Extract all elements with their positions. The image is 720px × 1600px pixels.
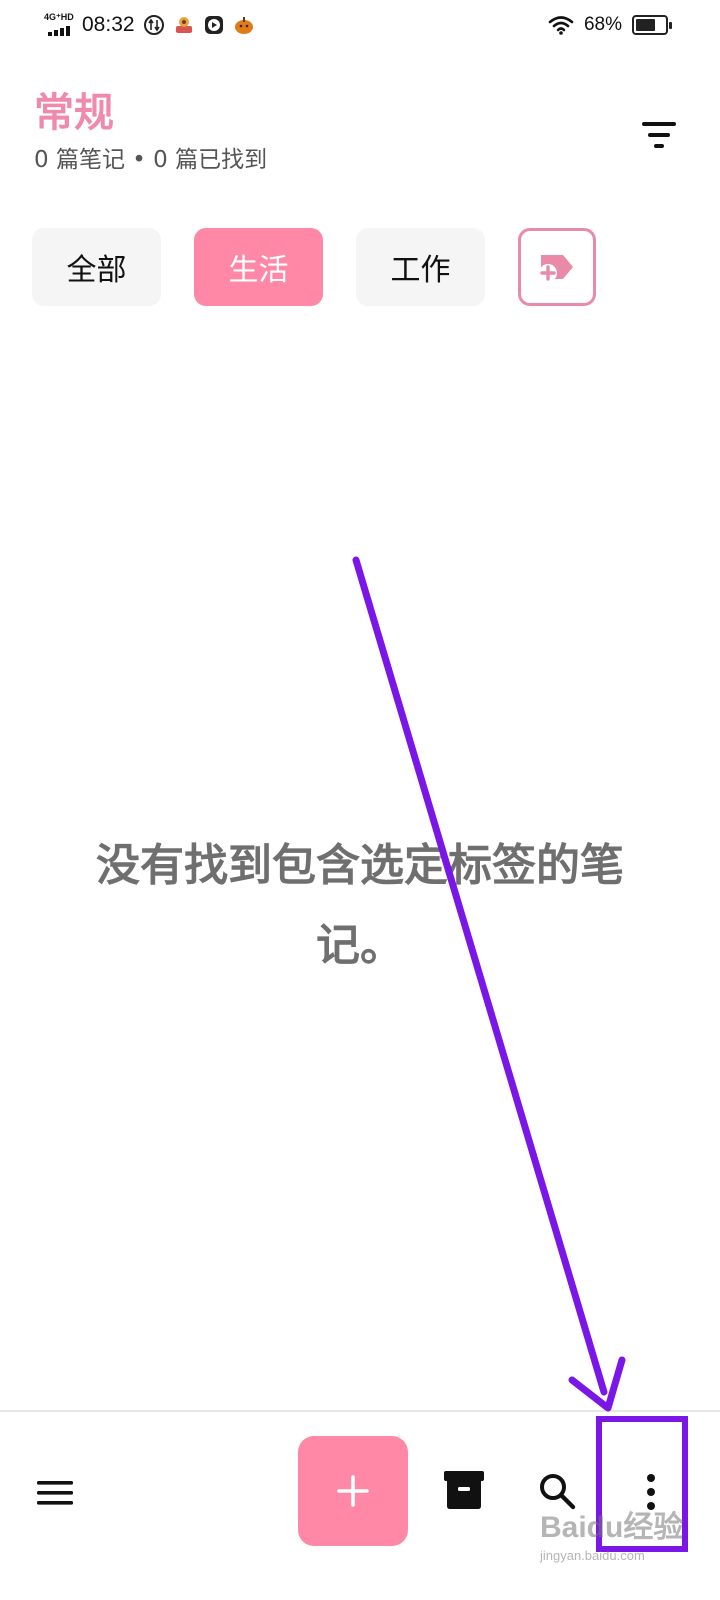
battery-percent: 68% (583, 14, 622, 35)
add-tag-button[interactable] (518, 228, 596, 306)
add-note-button[interactable] (298, 1436, 408, 1546)
battery-icon (632, 15, 672, 35)
clock: 08:32 (82, 13, 135, 36)
battery-fill (636, 19, 655, 31)
wifi-icon (548, 16, 574, 35)
search-button[interactable] (532, 1466, 582, 1516)
signal-icon: 4G⁺HD (44, 12, 74, 38)
network-type: 4G⁺HD (44, 12, 74, 22)
empty-state-line-2: 记。 (316, 920, 404, 971)
status-bar-right: 68% (548, 14, 672, 36)
tag-bar: 全部 生活 工作 (32, 228, 596, 306)
pumpkin-app-icon (234, 17, 253, 34)
archive-button[interactable] (438, 1464, 490, 1516)
tag-life[interactable]: 生活 (194, 228, 323, 306)
search-icon (540, 1474, 576, 1510)
media-player-icon (204, 16, 223, 34)
archive-icon (444, 1471, 484, 1509)
plus-icon (337, 1475, 369, 1507)
filter-button[interactable] (638, 118, 682, 154)
app-notification-icon (175, 17, 192, 33)
add-tag-icon (539, 255, 573, 282)
filter-icon (642, 122, 676, 148)
highlight-box (596, 1416, 688, 1552)
empty-state-message: 没有找到包含选定标签的笔 记。 (30, 826, 690, 986)
page-title: 常规 (34, 90, 114, 136)
empty-state-line-1: 没有找到包含选定标签的笔 (96, 840, 624, 891)
data-saver-icon (143, 15, 164, 35)
note-count-summary: 0 篇笔记 • 0 篇已找到 (34, 147, 268, 173)
menu-button[interactable] (30, 1468, 80, 1518)
status-bar-left: 4G⁺HD 08:32 (44, 12, 255, 38)
signal-bars (48, 26, 70, 36)
tag-work[interactable]: 工作 (356, 228, 485, 306)
status-bar: 4G⁺HD 08:32 68% (0, 0, 720, 58)
tag-all[interactable]: 全部 (32, 228, 161, 306)
menu-icon (37, 1481, 73, 1505)
